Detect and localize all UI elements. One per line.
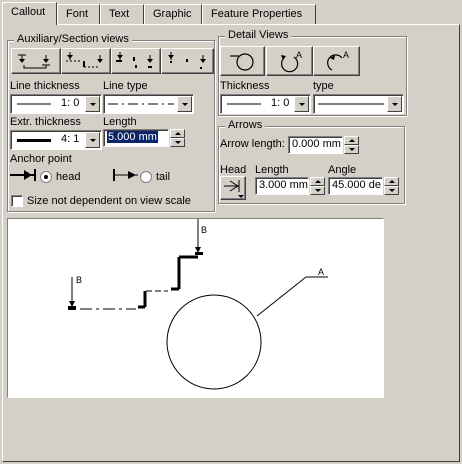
line-sample-thin-icon bbox=[227, 103, 261, 105]
arrow-head-style-icon bbox=[224, 180, 244, 198]
anchor-head-icon bbox=[10, 169, 36, 181]
spin-up-icon[interactable] bbox=[344, 136, 359, 145]
spin-down-icon[interactable] bbox=[384, 186, 399, 195]
length-label: Length bbox=[103, 116, 137, 128]
line-thickness-select[interactable]: 1: 0 bbox=[10, 94, 102, 114]
section-callout-3-button[interactable] bbox=[111, 48, 161, 74]
arrow-head-length-input[interactable]: 3.000 mm bbox=[255, 177, 309, 195]
preview-label-b-top: B bbox=[201, 225, 207, 235]
extr-thickness-value: 4: 1 bbox=[61, 133, 80, 145]
spin-down-icon[interactable] bbox=[310, 186, 325, 195]
line-thickness-value: 1: 0 bbox=[61, 97, 80, 109]
chevron-down-icon[interactable] bbox=[177, 96, 192, 112]
preview-label-a: A bbox=[318, 267, 324, 277]
extr-thickness-select[interactable]: 4: 1 bbox=[10, 130, 102, 150]
tab-label: Graphic bbox=[153, 8, 192, 20]
detail-thickness-select[interactable]: 1: 0 bbox=[220, 94, 311, 114]
spin-up-icon[interactable] bbox=[310, 177, 325, 186]
line-sample-thin-icon bbox=[17, 103, 51, 105]
line-thickness-label: Line thickness bbox=[10, 80, 80, 92]
tab-graphic[interactable]: Graphic bbox=[144, 4, 202, 24]
section-callout-4-icon bbox=[167, 52, 206, 69]
spin-up-icon[interactable] bbox=[384, 177, 399, 186]
spin-down-icon[interactable] bbox=[170, 138, 185, 147]
chevron-down-icon[interactable] bbox=[387, 96, 402, 112]
section-callout-4-button[interactable] bbox=[161, 48, 214, 74]
section-callout-2-icon bbox=[66, 52, 103, 68]
arrow-length-input[interactable]: 0.000 mm bbox=[288, 136, 343, 154]
spin-up-icon[interactable] bbox=[170, 129, 185, 138]
arrows-title: Arrows bbox=[225, 119, 266, 131]
line-sample-dashdot-icon bbox=[108, 103, 174, 105]
anchor-head-radio[interactable] bbox=[40, 171, 52, 183]
line-type-label: Line type bbox=[103, 80, 148, 92]
tab-feature-properties[interactable]: Feature Properties bbox=[202, 4, 316, 24]
detail-circle-plain-icon bbox=[229, 53, 254, 71]
type-label: type bbox=[313, 80, 334, 92]
line-type-select[interactable] bbox=[103, 94, 194, 114]
section-callout-2-button[interactable] bbox=[61, 48, 111, 74]
extr-thickness-label: Extr. thickness bbox=[10, 116, 81, 128]
chevron-down-icon[interactable] bbox=[85, 96, 100, 112]
detail-thickness-value: 1: 0 bbox=[271, 97, 290, 109]
tab-label: Text bbox=[109, 8, 130, 20]
arrow-length-spinner[interactable] bbox=[344, 136, 359, 154]
tab-callout[interactable]: Callout bbox=[2, 2, 57, 25]
tab-label: Callout bbox=[11, 6, 46, 18]
length-input[interactable]: 5.000 mm bbox=[103, 129, 169, 147]
thickness-label: Thickness bbox=[220, 80, 270, 92]
anchor-tail-radio[interactable] bbox=[140, 171, 152, 183]
head-label: Head bbox=[220, 164, 247, 176]
section-callout-1-button[interactable] bbox=[11, 48, 61, 74]
arrow-head-style-button[interactable] bbox=[220, 176, 246, 200]
svg-text:A: A bbox=[343, 50, 349, 60]
tab-label: Font bbox=[66, 8, 89, 20]
size-independent-checkbox[interactable] bbox=[11, 195, 23, 207]
anchor-tail-label: tail bbox=[156, 171, 171, 183]
tab-label: Feature Properties bbox=[211, 8, 303, 20]
tab-text[interactable]: Text bbox=[100, 4, 144, 24]
line-sample-solid-icon bbox=[318, 103, 384, 105]
arrow-length-label: Arrow length: bbox=[220, 138, 285, 150]
detail-arc-arrow-a-icon: A bbox=[326, 50, 349, 71]
section-callout-1-icon bbox=[18, 54, 50, 69]
angle-label: Angle bbox=[328, 164, 357, 176]
arrow-head-length-label: Length bbox=[255, 164, 289, 176]
tab-font[interactable]: Font bbox=[57, 4, 100, 24]
preview-label-b-left: B bbox=[76, 275, 82, 285]
chevron-down-icon[interactable] bbox=[85, 132, 100, 148]
detail-circle-arrow-a-icon: A bbox=[280, 50, 302, 73]
callout-preview-drawing: B B A bbox=[68, 219, 328, 390]
line-sample-thick-icon bbox=[17, 139, 51, 142]
angle-input[interactable]: 45.000 de bbox=[328, 177, 383, 195]
anchor-point-label: Anchor point bbox=[10, 153, 72, 165]
detail-views-title: Detail Views bbox=[225, 29, 292, 41]
anchor-head-label: head bbox=[56, 171, 81, 183]
angle-spinner[interactable] bbox=[384, 177, 399, 195]
callout-preview: B B A bbox=[7, 218, 384, 398]
detail-circle-plain-button[interactable] bbox=[220, 46, 265, 76]
spin-down-icon[interactable] bbox=[344, 145, 359, 154]
detail-circle-arrow-a-button[interactable]: A bbox=[266, 46, 313, 76]
arrow-head-length-spinner[interactable] bbox=[310, 177, 325, 195]
angle-value: 45.000 de bbox=[332, 179, 381, 191]
svg-text:A: A bbox=[296, 50, 302, 60]
detail-type-select[interactable] bbox=[313, 94, 404, 114]
arrow-head-length-value: 3.000 mm bbox=[259, 179, 308, 191]
aux-section-title: Auxiliary/Section views bbox=[14, 33, 132, 45]
length-value: 5.000 mm bbox=[107, 131, 158, 143]
section-callout-3-icon bbox=[116, 52, 153, 68]
detail-arc-arrow-a-button[interactable]: A bbox=[313, 46, 360, 76]
chevron-down-icon[interactable] bbox=[294, 96, 309, 112]
arrow-length-value: 0.000 mm bbox=[292, 138, 341, 150]
size-independent-label: Size not dependent on view scale bbox=[27, 195, 191, 207]
anchor-tail-icon bbox=[113, 169, 138, 181]
length-spinner[interactable] bbox=[170, 129, 185, 147]
